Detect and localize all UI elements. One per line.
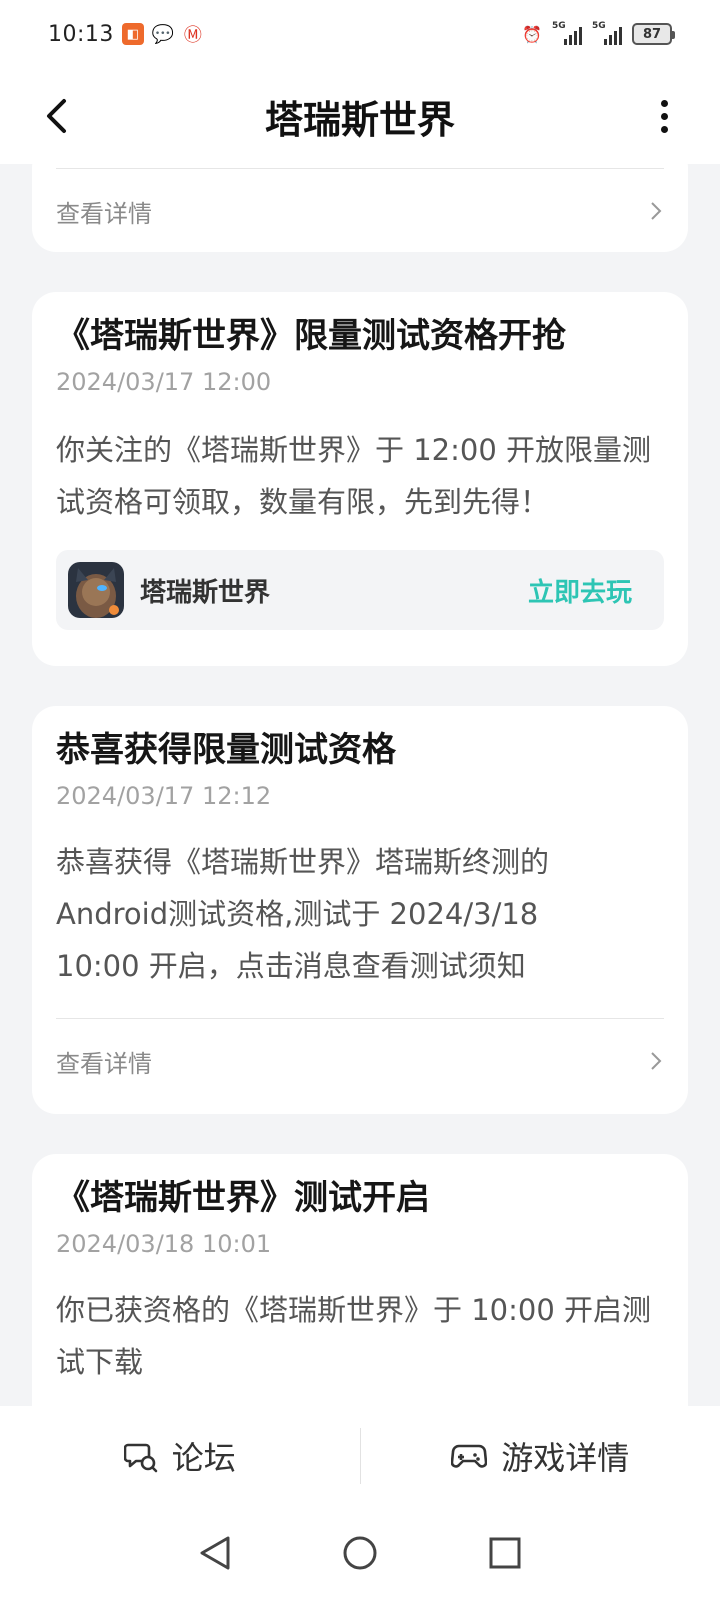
app-notification-icon: ◧ [121, 23, 144, 45]
battery-level: 87 [642, 26, 662, 42]
wechat-icon: 💬 [151, 23, 175, 45]
nav-home-icon[interactable] [342, 1535, 378, 1571]
bank-notification-icon: Ⓜ [183, 25, 202, 46]
gamepad-icon [451, 1444, 488, 1468]
forum-icon [123, 1443, 158, 1473]
signal-icon: 5G [552, 21, 582, 45]
message-feed[interactable]: 查看详情 《塔瑞斯世界》限量测试资格开抢 2024/03/17 12:00 你关… [0, 164, 720, 1406]
card-timestamp: 2024/03/18 10:01 [56, 1230, 272, 1258]
card-body: 你已获资格的《塔瑞斯世界》于 10:00 开启测试下载 [56, 1293, 652, 1379]
message-card: 查看详情 [32, 164, 688, 252]
card-title: 恭喜获得限量测试资格 [56, 730, 396, 770]
card-timestamp: 2024/03/17 12:12 [56, 782, 272, 810]
card-title: 《塔瑞斯世界》限量测试资格开抢 [56, 316, 566, 356]
message-card[interactable]: 《塔瑞斯世界》测试开启 2024/03/18 10:01 你已获资格的《塔瑞斯世… [32, 1154, 688, 1406]
view-details-row[interactable]: 查看详情 [56, 169, 664, 253]
network-type: 5G [552, 21, 566, 31]
message-card[interactable]: 《塔瑞斯世界》限量测试资格开抢 2024/03/17 12:00 你关注的《塔瑞… [32, 292, 688, 666]
game-name: 塔瑞斯世界 [140, 577, 271, 608]
dot [660, 99, 668, 107]
status-right: ⏰ 5G 5G 87 [522, 21, 675, 45]
tab-forum-label: 论坛 [171, 1439, 236, 1477]
view-details-label: 查看详情 [56, 199, 152, 228]
card-body: 恭喜获得《塔瑞斯世界》塔瑞斯终测的Android测试资格,测试于 2024/3/… [56, 845, 550, 983]
game-icon [68, 562, 124, 618]
nav-recents-icon[interactable] [488, 1536, 522, 1570]
view-details-label: 查看详情 [56, 1049, 152, 1078]
more-options-button[interactable] [652, 94, 676, 138]
chevron-right-icon [651, 1052, 662, 1070]
message-card[interactable]: 恭喜获得限量测试资格 2024/03/17 12:12 恭喜获得《塔瑞斯世界》塔… [32, 706, 688, 1114]
page-title: 塔瑞斯世界 [264, 97, 455, 142]
card-title: 《塔瑞斯世界》测试开启 [56, 1178, 430, 1218]
status-bar: 10:13 ◧ 💬 Ⓜ ⏰ 5G 5G 87 [0, 0, 720, 68]
card-timestamp: 2024/03/17 12:00 [56, 368, 272, 396]
chevron-right-icon [651, 202, 662, 220]
tab-forum[interactable]: 论坛 [0, 1406, 360, 1506]
dot [660, 112, 668, 120]
app-header: 塔瑞斯世界 [0, 68, 720, 164]
system-nav-bar [0, 1506, 720, 1600]
game-bar[interactable]: 塔瑞斯世界 立即去玩 [56, 550, 664, 630]
network-type-2: 5G [592, 21, 606, 31]
play-now-button[interactable]: 立即去玩 [528, 572, 632, 609]
status-left: 10:13 ◧ 💬 Ⓜ [48, 22, 204, 47]
tab-game-details[interactable]: 游戏详情 [361, 1406, 720, 1506]
nav-back-icon[interactable] [198, 1535, 232, 1571]
chevron-left-icon [47, 99, 66, 133]
card-body: 你关注的《塔瑞斯世界》于 12:00 开放限量测试资格可领取，数量有限，先到先得… [56, 433, 652, 519]
bottom-action-bar: 论坛 游戏详情 [0, 1406, 720, 1506]
back-button[interactable] [36, 94, 76, 138]
view-details-row[interactable]: 查看详情 [56, 1019, 664, 1103]
status-time: 10:13 [48, 21, 114, 47]
dot [660, 125, 668, 133]
battery-icon: 87 [632, 23, 675, 45]
signal-icon-2: 5G [592, 21, 622, 45]
tab-game-details-label: 游戏详情 [501, 1439, 630, 1477]
alarm-icon: ⏰ [522, 24, 542, 44]
